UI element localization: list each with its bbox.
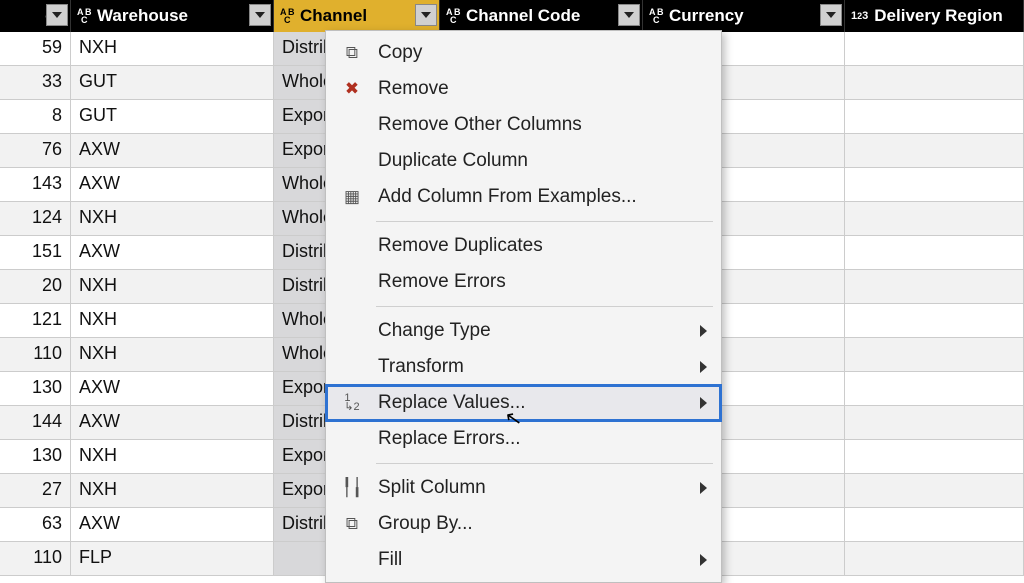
cell-warehouse[interactable]: NXH (71, 474, 274, 507)
chevron-right-icon (700, 397, 707, 409)
cell-warehouse[interactable]: NXH (71, 304, 274, 337)
cell-ex[interactable]: 143 (0, 168, 71, 201)
cell-warehouse[interactable]: AXW (71, 236, 274, 269)
header-currency[interactable]: A BC Currency (643, 0, 845, 32)
copy-icon: ⧉ (326, 43, 378, 63)
cell-warehouse[interactable]: AXW (71, 406, 274, 439)
menu-split-column[interactable]: ╿╽ Split Column (326, 470, 721, 506)
cell-delivery-region[interactable] (845, 134, 1024, 167)
cell-delivery-region[interactable] (845, 202, 1024, 235)
cell-delivery-region[interactable] (845, 406, 1024, 439)
text-type-icon: A BC (649, 8, 663, 24)
column-context-menu: ⧉ Copy ✖ Remove Remove Other Columns Dup… (325, 30, 722, 583)
cell-delivery-region[interactable] (845, 440, 1024, 473)
menu-transform[interactable]: Transform (326, 349, 721, 385)
examples-icon: ▦ (326, 187, 378, 207)
cell-delivery-region[interactable] (845, 100, 1024, 133)
cell-ex[interactable]: 20 (0, 270, 71, 303)
header-delivery-region[interactable]: 123 Delivery Region (845, 0, 1024, 32)
cell-warehouse[interactable]: AXW (71, 508, 274, 541)
group-icon: ⧉ (326, 514, 378, 534)
text-type-icon: A BC (446, 8, 460, 24)
menu-remove-duplicates[interactable]: Remove Duplicates (326, 228, 721, 264)
cell-ex[interactable]: 151 (0, 236, 71, 269)
cell-warehouse[interactable]: NXH (71, 202, 274, 235)
column-headers: ex A BC Warehouse A BC Channel A BC Chan… (0, 0, 1024, 32)
menu-duplicate[interactable]: Duplicate Column (326, 143, 721, 179)
cell-warehouse[interactable]: FLP (71, 542, 274, 575)
cell-warehouse[interactable]: GUT (71, 66, 274, 99)
cell-delivery-region[interactable] (845, 508, 1024, 541)
header-channel-code[interactable]: A BC Channel Code (440, 0, 643, 32)
cell-ex[interactable]: 27 (0, 474, 71, 507)
cell-ex[interactable]: 130 (0, 440, 71, 473)
filter-button-warehouse[interactable] (249, 4, 271, 26)
split-icon: ╿╽ (326, 478, 378, 498)
cell-ex[interactable]: 124 (0, 202, 71, 235)
filter-button-ex[interactable] (46, 4, 68, 26)
chevron-right-icon (700, 361, 707, 373)
cell-ex[interactable]: 59 (0, 32, 71, 65)
cell-delivery-region[interactable] (845, 168, 1024, 201)
menu-remove-other[interactable]: Remove Other Columns (326, 107, 721, 143)
cell-delivery-region[interactable] (845, 236, 1024, 269)
menu-remove-errors[interactable]: Remove Errors (326, 264, 721, 300)
menu-remove[interactable]: ✖ Remove (326, 71, 721, 107)
int-type-icon: 123 (851, 10, 868, 22)
cell-ex[interactable]: 63 (0, 508, 71, 541)
cell-warehouse[interactable]: AXW (71, 372, 274, 405)
remove-icon: ✖ (326, 79, 378, 99)
cell-warehouse[interactable]: GUT (71, 100, 274, 133)
menu-group-by[interactable]: ⧉ Group By... (326, 506, 721, 542)
cell-warehouse[interactable]: AXW (71, 168, 274, 201)
menu-separator (376, 306, 713, 307)
header-warehouse[interactable]: A BC Warehouse (71, 0, 274, 32)
cell-warehouse[interactable]: NXH (71, 32, 274, 65)
cell-ex[interactable]: 110 (0, 338, 71, 371)
cell-delivery-region[interactable] (845, 474, 1024, 507)
cell-delivery-region[interactable] (845, 304, 1024, 337)
menu-replace-errors[interactable]: Replace Errors... (326, 421, 721, 457)
cell-delivery-region[interactable] (845, 338, 1024, 371)
filter-button-channel[interactable] (415, 4, 437, 26)
filter-button-currency[interactable] (820, 4, 842, 26)
menu-separator (376, 463, 713, 464)
cell-ex[interactable]: 144 (0, 406, 71, 439)
filter-button-channel-code[interactable] (618, 4, 640, 26)
header-channel[interactable]: A BC Channel (274, 0, 440, 32)
text-type-icon: A BC (77, 8, 91, 24)
cell-warehouse[interactable]: AXW (71, 134, 274, 167)
cell-ex[interactable]: 130 (0, 372, 71, 405)
menu-add-from-examples[interactable]: ▦ Add Column From Examples... (326, 179, 721, 215)
cell-ex[interactable]: 76 (0, 134, 71, 167)
chevron-right-icon (700, 554, 707, 566)
chevron-right-icon (700, 482, 707, 494)
cell-delivery-region[interactable] (845, 542, 1024, 575)
menu-separator (376, 221, 713, 222)
chevron-right-icon (700, 325, 707, 337)
cell-ex[interactable]: 8 (0, 100, 71, 133)
menu-copy[interactable]: ⧉ Copy (326, 35, 721, 71)
cell-ex[interactable]: 121 (0, 304, 71, 337)
cell-delivery-region[interactable] (845, 66, 1024, 99)
cell-warehouse[interactable]: NXH (71, 440, 274, 473)
menu-change-type[interactable]: Change Type (326, 313, 721, 349)
cell-warehouse[interactable]: NXH (71, 338, 274, 371)
cell-warehouse[interactable]: NXH (71, 270, 274, 303)
menu-replace-values[interactable]: 1↳2 Replace Values... (326, 385, 721, 421)
cell-delivery-region[interactable] (845, 372, 1024, 405)
cell-ex[interactable]: 110 (0, 542, 71, 575)
replace-values-icon: 1↳2 (326, 394, 378, 412)
cell-delivery-region[interactable] (845, 270, 1024, 303)
cell-delivery-region[interactable] (845, 32, 1024, 65)
header-ex[interactable]: ex (0, 0, 71, 32)
text-type-icon: A BC (280, 8, 294, 24)
cell-ex[interactable]: 33 (0, 66, 71, 99)
